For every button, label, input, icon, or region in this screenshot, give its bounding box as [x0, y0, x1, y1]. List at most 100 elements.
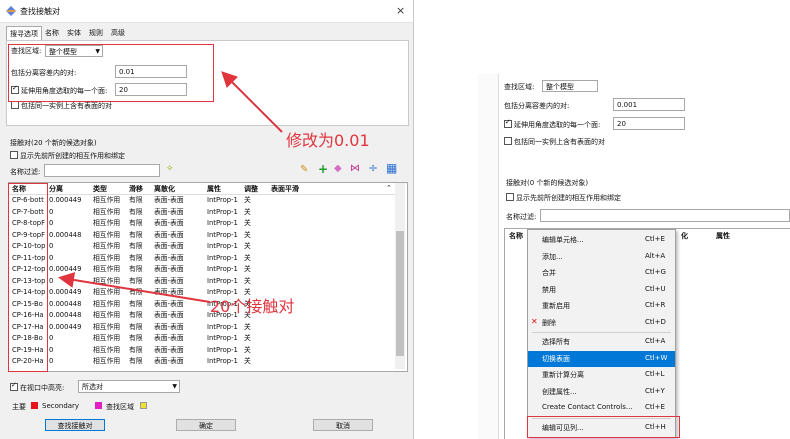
ok-button[interactable]: 确定: [176, 419, 236, 431]
cell-discretization[interactable]: 表面-表面: [154, 333, 204, 344]
cell-sliding[interactable]: 有限: [129, 230, 153, 241]
vertical-scrollbar[interactable]: [395, 183, 405, 369]
table-row[interactable]: CP-7-bott 0 相互作用 有限 表面-表面 IntProp-1 关: [9, 207, 395, 218]
highlight-select[interactable]: 所选对 ▼: [78, 380, 180, 393]
r-name-filter-input[interactable]: [540, 209, 790, 222]
cell-property[interactable]: IntProp-1: [207, 345, 243, 356]
add-icon[interactable]: +: [318, 162, 328, 176]
cell-discretization[interactable]: 表面-表面: [154, 241, 204, 252]
cell-separation[interactable]: 0.000449: [49, 322, 91, 333]
cell-separation[interactable]: 0: [49, 207, 91, 218]
cell-sliding[interactable]: 有限: [129, 241, 153, 252]
cell-property[interactable]: IntProp-1: [207, 333, 243, 344]
cell-sliding[interactable]: 有限: [129, 356, 153, 367]
r-same-instance-checkbox[interactable]: [504, 137, 512, 145]
cell-property[interactable]: IntProp-1: [207, 241, 243, 252]
col-sliding[interactable]: 滑移: [129, 184, 143, 194]
col-surface-smoothing[interactable]: 表面平滑: [271, 184, 299, 194]
cell-type[interactable]: 相互作用: [93, 230, 127, 241]
table-row[interactable]: CP-9-topF 0.000448 相互作用 有限 表面-表面 IntProp-1 关: [9, 230, 395, 241]
r-show-previous-checkbox[interactable]: [506, 193, 514, 201]
r-col-property[interactable]: 属性: [716, 231, 730, 241]
cell-separation[interactable]: 0.000449: [49, 195, 91, 206]
menu-item-select-all[interactable]: 选择所有 Ctl+A: [528, 334, 675, 350]
table-row[interactable]: CP-20-Ha 0 相互作用 有限 表面-表面 IntProp-1 关: [9, 356, 395, 367]
cell-discretization[interactable]: 表面-表面: [154, 195, 204, 206]
cell-discretization[interactable]: 表面-表面: [154, 322, 204, 333]
cell-adjust[interactable]: 关: [244, 253, 268, 264]
cell-type[interactable]: 相互作用: [93, 218, 127, 229]
eraser-icon[interactable]: ◆: [334, 163, 342, 174]
col-adjust[interactable]: 调整: [244, 184, 258, 194]
filter-icon[interactable]: ✧: [166, 164, 174, 174]
col-discretization[interactable]: 离散化: [154, 184, 175, 194]
cell-type[interactable]: 相互作用: [93, 345, 127, 356]
r-extend-angle-field[interactable]: 20: [613, 117, 685, 130]
cell-type[interactable]: 相互作用: [93, 253, 127, 264]
edit-pencil-icon[interactable]: ✎: [300, 164, 308, 175]
cell-discretization[interactable]: 表面-表面: [154, 345, 204, 356]
cell-discretization[interactable]: 表面-表面: [154, 287, 204, 298]
cell-property[interactable]: IntProp-1: [207, 253, 243, 264]
menu-item-disable[interactable]: 禁用 Ctl+U: [528, 282, 675, 298]
cell-separation[interactable]: 0: [49, 241, 91, 252]
cell-adjust[interactable]: 关: [244, 345, 268, 356]
cell-separation[interactable]: 0: [49, 333, 91, 344]
cell-separation[interactable]: 0.000448: [49, 310, 91, 321]
cell-separation[interactable]: 0.000449: [49, 287, 91, 298]
cell-discretization[interactable]: 表面-表面: [154, 218, 204, 229]
cell-property[interactable]: IntProp-1: [207, 264, 243, 275]
cell-adjust[interactable]: 关: [244, 276, 268, 287]
cell-type[interactable]: 相互作用: [93, 207, 127, 218]
menu-item-edit-cell[interactable]: 编辑单元格... Ctl+E: [528, 232, 675, 248]
table-row[interactable]: CP-16-Ha 0.000448 相互作用 有限 表面-表面 IntProp-1 关: [9, 310, 395, 321]
tab-name[interactable]: 名称: [42, 26, 62, 40]
col-type[interactable]: 类型: [93, 184, 107, 194]
table-row[interactable]: CP-17-Ha 0.000449 相互作用 有限 表面-表面 IntProp-1 关: [9, 322, 395, 333]
cancel-button[interactable]: 取消: [313, 419, 373, 431]
r-col-discretization[interactable]: 化: [681, 231, 688, 241]
show-previous-checkbox[interactable]: [10, 151, 18, 159]
tab-instance[interactable]: 实体: [64, 26, 84, 40]
highlight-checkbox[interactable]: [10, 381, 18, 391]
cell-separation[interactable]: 0: [49, 218, 91, 229]
cell-type[interactable]: 相互作用: [93, 287, 127, 298]
scroll-up-icon[interactable]: ⌃: [386, 184, 392, 192]
cell-type[interactable]: 相互作用: [93, 241, 127, 252]
cell-adjust[interactable]: 关: [244, 195, 268, 206]
table-row[interactable]: CP-12-top 0.000449 相互作用 有限 表面-表面 IntProp-1 关: [9, 264, 395, 275]
r-search-domain-select[interactable]: 整个模型: [542, 80, 598, 92]
col-property[interactable]: 属性: [207, 184, 221, 194]
cell-discretization[interactable]: 表面-表面: [154, 207, 204, 218]
cell-separation[interactable]: 0.000449: [49, 264, 91, 275]
cell-sliding[interactable]: 有限: [129, 310, 153, 321]
cell-property[interactable]: IntProp-1: [207, 207, 243, 218]
table-row[interactable]: CP-14-top 0.000449 相互作用 有限 表面-表面 IntProp-1 关: [9, 287, 395, 298]
scrollbar-thumb[interactable]: [396, 231, 404, 356]
cell-type[interactable]: 相互作用: [93, 322, 127, 333]
cell-separation[interactable]: 0: [49, 276, 91, 287]
merge-icon[interactable]: ⋈: [350, 163, 360, 174]
cell-discretization[interactable]: 表面-表面: [154, 276, 204, 287]
menu-item-merge[interactable]: 合并 Ctl+G: [528, 265, 675, 281]
cell-adjust[interactable]: 关: [244, 207, 268, 218]
cell-type[interactable]: 相互作用: [93, 264, 127, 275]
cell-type[interactable]: 相互作用: [93, 276, 127, 287]
menu-item-create-property[interactable]: 创建属性... Ctl+Y: [528, 384, 675, 400]
cell-discretization[interactable]: 表面-表面: [154, 299, 204, 310]
cell-type[interactable]: 相互作用: [93, 333, 127, 344]
split-icon[interactable]: ÷: [368, 161, 378, 175]
cell-sliding[interactable]: 有限: [129, 322, 153, 333]
table-row[interactable]: CP-6-bott 0.000449 相互作用 有限 表面-表面 IntProp-1 关: [9, 195, 395, 206]
cell-type[interactable]: 相互作用: [93, 310, 127, 321]
cell-adjust[interactable]: 关: [244, 241, 268, 252]
table-row[interactable]: CP-13-top 0 相互作用 有限 表面-表面 IntProp-1 关: [9, 276, 395, 287]
cell-adjust[interactable]: 关: [244, 230, 268, 241]
name-filter-input[interactable]: [44, 164, 160, 177]
cell-discretization[interactable]: 表面-表面: [154, 356, 204, 367]
tab-advanced[interactable]: 高级: [108, 26, 128, 40]
cell-property[interactable]: IntProp-1: [207, 230, 243, 241]
cell-property[interactable]: IntProp-1: [207, 218, 243, 229]
cell-discretization[interactable]: 表面-表面: [154, 264, 204, 275]
cell-separation[interactable]: 0: [49, 356, 91, 367]
